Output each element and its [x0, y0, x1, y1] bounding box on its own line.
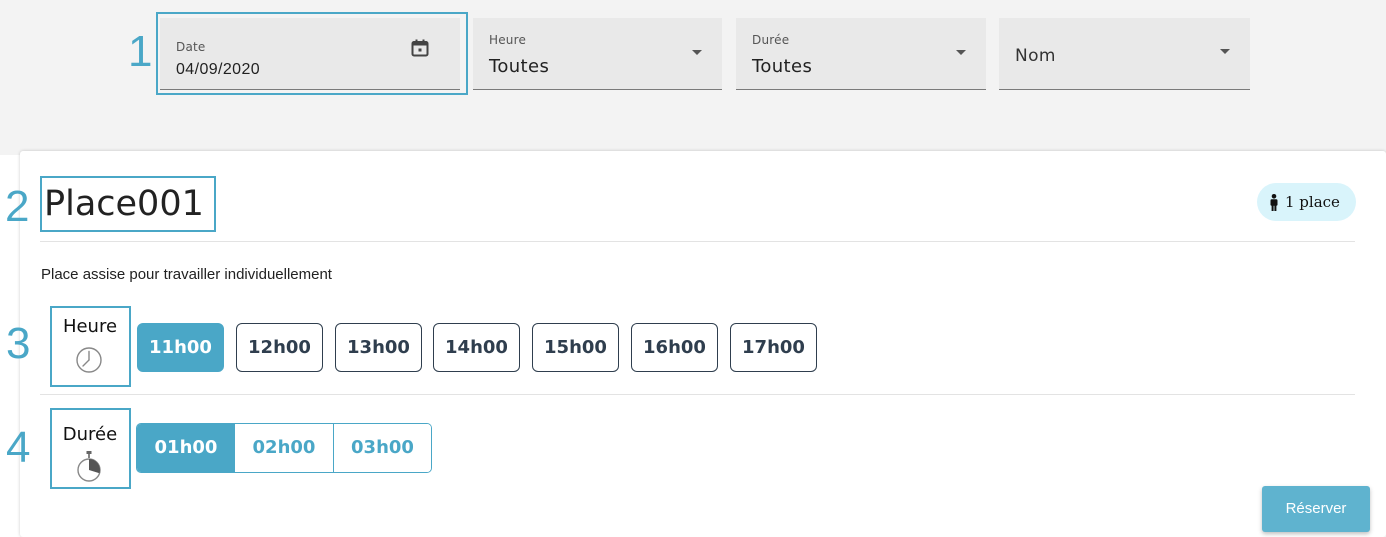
- page: 1 Date 04/09/2020 Heure Toutes Durée Tou…: [0, 0, 1386, 537]
- date-field-label: Date: [176, 40, 206, 54]
- hour-option-16h00[interactable]: 16h00: [631, 323, 718, 372]
- heure-filter-value: Toutes: [489, 56, 550, 77]
- annotation-number-1: 1: [128, 27, 153, 76]
- capacity-badge-text: 1 place: [1285, 193, 1340, 211]
- caret-down-icon: [692, 50, 702, 55]
- place-description: Place assise pour travailler individuell…: [41, 266, 332, 283]
- stopwatch-icon: [77, 451, 101, 482]
- divider: [40, 241, 1355, 242]
- duree-section-label: Durée: [62, 424, 118, 445]
- heure-section-label: Heure: [62, 316, 118, 337]
- annotation-number-2: 2: [5, 182, 30, 231]
- hour-option-17h00[interactable]: 17h00: [730, 323, 817, 372]
- caret-down-icon: [956, 50, 966, 55]
- duree-button-group: 01h00 02h00 03h00: [136, 423, 432, 473]
- hour-option-14h00[interactable]: 14h00: [433, 323, 520, 372]
- heure-filter-label: Heure: [489, 33, 527, 47]
- nom-filter-select[interactable]: Nom: [999, 18, 1250, 90]
- hour-option-15h00[interactable]: 15h00: [532, 323, 619, 372]
- heure-filter-select[interactable]: Heure Toutes: [473, 18, 722, 90]
- capacity-badge: 1 place: [1257, 183, 1356, 221]
- hour-option-13h00[interactable]: 13h00: [335, 323, 422, 372]
- hour-option-12h00[interactable]: 12h00: [236, 323, 323, 372]
- place-title: Place001: [44, 184, 204, 224]
- annotation-number-3: 3: [6, 319, 31, 368]
- duration-option-03h00[interactable]: 03h00: [333, 424, 431, 472]
- person-icon: [1270, 194, 1278, 211]
- duration-option-01h00[interactable]: 01h00: [137, 424, 235, 472]
- duree-filter-value: Toutes: [752, 56, 813, 77]
- hour-option-11h00[interactable]: 11h00: [137, 323, 224, 372]
- date-field-value: 04/09/2020: [176, 61, 261, 78]
- divider: [40, 394, 1355, 395]
- clock-icon: [76, 347, 102, 373]
- duration-option-02h00[interactable]: 02h00: [235, 424, 333, 472]
- caret-down-icon: [1220, 49, 1230, 54]
- duree-filter-select[interactable]: Durée Toutes: [736, 18, 986, 90]
- date-field[interactable]: Date 04/09/2020: [160, 18, 460, 90]
- annotation-number-4: 4: [6, 423, 31, 472]
- nom-filter-placeholder: Nom: [1015, 46, 1056, 66]
- duree-filter-label: Durée: [752, 33, 790, 47]
- reserve-button[interactable]: Réserver: [1262, 486, 1370, 532]
- calendar-icon[interactable]: [411, 39, 429, 57]
